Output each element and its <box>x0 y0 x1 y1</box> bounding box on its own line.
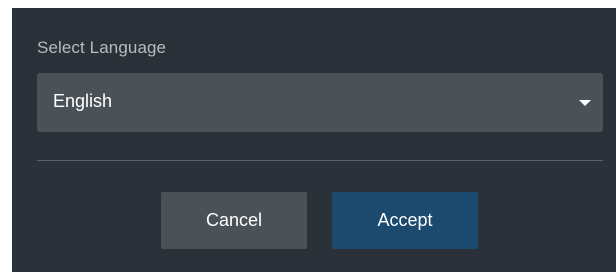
language-dialog: Select Language English Cancel Accept <box>12 8 616 272</box>
select-language-label: Select Language <box>37 38 167 57</box>
language-select-value: English <box>53 91 113 111</box>
caret-down-icon <box>579 100 591 106</box>
language-select[interactable]: English <box>37 73 603 132</box>
divider <box>37 160 603 161</box>
cancel-button[interactable]: Cancel <box>161 192 307 249</box>
accept-button[interactable]: Accept <box>332 192 478 249</box>
